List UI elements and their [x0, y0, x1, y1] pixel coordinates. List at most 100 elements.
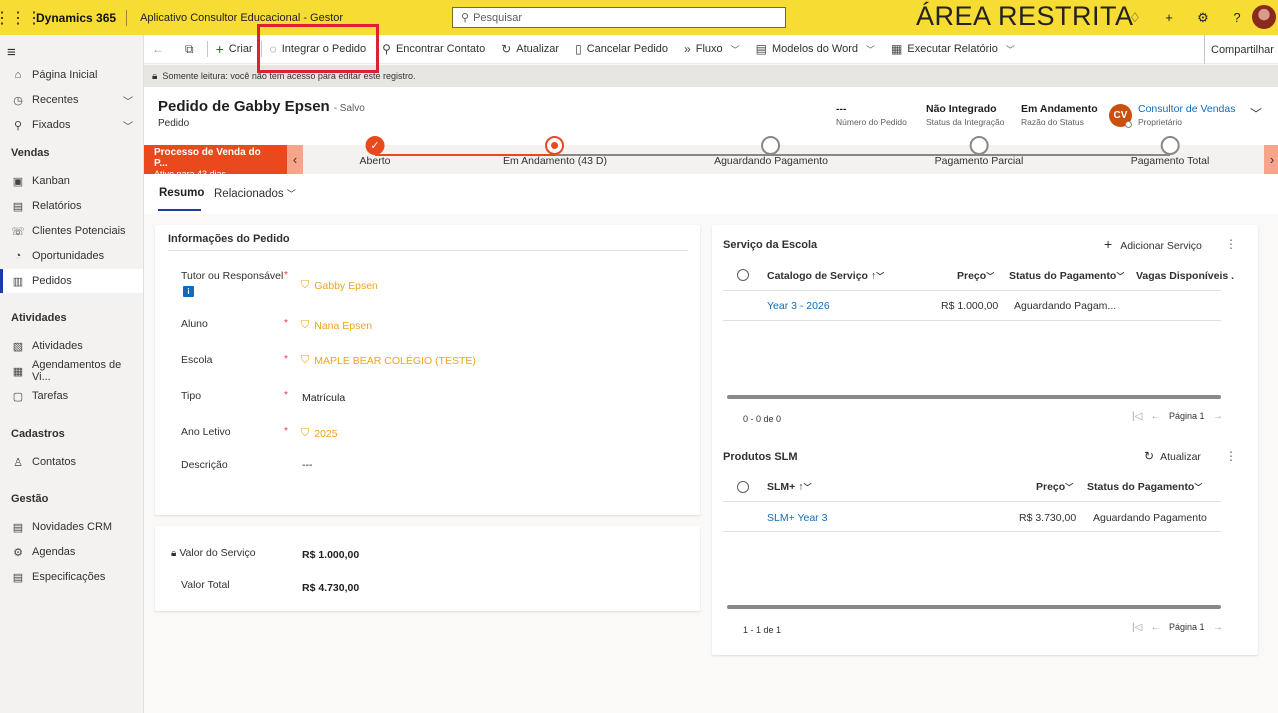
tab-resumo[interactable]: Resumo [159, 187, 204, 199]
user-avatar[interactable] [1252, 5, 1276, 29]
open-new-window-button[interactable]: ⧉ [177, 35, 207, 64]
horizontal-scrollbar[interactable] [727, 605, 1221, 609]
column-header-preco[interactable]: Preço﹀ [957, 270, 994, 282]
pending-stage-icon [761, 136, 781, 155]
help-icon[interactable]: ? [1220, 10, 1254, 25]
header-expand-chevron-icon[interactable]: ﹀ [1250, 105, 1262, 122]
aluno-lookup[interactable]: ⛉ Nana Epsen [301, 319, 372, 332]
sidebar-item-oportunidades[interactable]: ◔ Oportunidades [0, 244, 143, 268]
sidebar-item-novidades-crm[interactable]: ▤ Novidades CRM [0, 515, 143, 539]
action-label: Adicionar Serviço [1120, 240, 1202, 252]
escola-lookup[interactable]: ⛉ MAPLE BEAR COLÉGIO (TESTE) [301, 354, 476, 367]
find-contact-icon: ⚲ [382, 42, 391, 56]
owner-link[interactable]: Consultor de Vendas [1138, 103, 1235, 115]
tutor-lookup[interactable]: ⛉ Gabby Epsen [301, 279, 378, 292]
chevron-down-icon: ﹀ [986, 272, 995, 281]
previous-page-icon[interactable]: ← [1151, 411, 1161, 422]
first-page-icon[interactable]: |◁ [1132, 411, 1142, 422]
pending-stage-icon [1160, 136, 1180, 155]
more-options-icon[interactable]: ⋮ [1225, 449, 1237, 463]
record-header: Pedido de Gabby Epsen - Salvo Pedido --- N… [144, 87, 1278, 145]
record-icon: ⛉ [301, 354, 310, 366]
slm-product-link[interactable]: SLM+ Year 3 [767, 512, 827, 524]
modelos-word-button[interactable]: ▤ Modelos do Word ﹀ [748, 35, 883, 64]
descricao-value[interactable]: --- [302, 459, 313, 471]
bpf-next-chevron-icon[interactable]: › [1264, 145, 1278, 174]
next-page-icon[interactable]: → [1213, 622, 1223, 633]
criar-button[interactable]: + Criar [208, 35, 261, 64]
info-icon[interactable]: i [183, 286, 194, 297]
previous-page-icon[interactable]: ← [1151, 622, 1161, 633]
app-name[interactable]: Aplicativo Consultor Educacional - Gesto… [140, 12, 343, 24]
sidebar-item-atividades[interactable]: ▧ Atividades [0, 334, 143, 358]
column-header-status[interactable]: Status do Pagamento﹀ [1087, 481, 1202, 493]
chevron-down-icon: ﹀ [1065, 483, 1074, 492]
chevron-down-icon[interactable]: ﹀ [123, 93, 133, 108]
horizontal-scrollbar[interactable] [727, 395, 1221, 399]
select-all-radio[interactable] [737, 269, 749, 281]
document-icon: ▯ [575, 42, 582, 56]
sidebar-item-recentes[interactable]: ◷ Recentes ﹀ [0, 88, 143, 112]
fluxo-button[interactable]: » Fluxo ﹀ [676, 35, 748, 64]
tab-relacionados[interactable]: Relacionados ﹀ [214, 187, 296, 200]
bpf-stage-pagamento-total[interactable]: Pagamento Total [1131, 136, 1209, 167]
lightbulb-icon[interactable]: ♢ [1118, 10, 1152, 26]
sidebar-item-tarefas[interactable]: ▢ Tarefas [0, 384, 143, 408]
column-header-catalogo[interactable]: Catalogo de Serviço ↑﹀ [767, 270, 884, 282]
atualizar-button[interactable]: ↻ Atualizar [493, 35, 567, 64]
record-count: 0 - 0 de 0 [743, 414, 782, 424]
escola-label: Escola [181, 354, 213, 366]
bpf-flag[interactable]: Processo de Venda do P... Ativo para 43 … [144, 145, 287, 179]
tipo-value[interactable]: Matrícula [302, 392, 345, 404]
servico-catalogo-link[interactable]: Year 3 - 2026 [767, 300, 830, 312]
column-header-status[interactable]: Status do Pagamento﹀ [1009, 270, 1124, 282]
ano-letivo-label: Ano Letivo [181, 426, 231, 438]
search-input[interactable]: ⚲ Pesquisar [452, 7, 786, 28]
home-icon: ⌂ [14, 69, 22, 81]
column-header-vagas[interactable]: Vagas Disponíveis . [1136, 270, 1234, 282]
sidebar-item-clientes-potenciais[interactable]: ☏ Clientes Potenciais [0, 219, 143, 243]
selected-tab-indicator [158, 209, 201, 211]
sidebar-item-pedidos[interactable]: ▥ Pedidos [0, 269, 143, 293]
atualizar-slm-button[interactable]: ↻ Atualizar [1144, 449, 1201, 463]
hamburger-icon[interactable]: ≡ [7, 44, 16, 61]
column-header-preco[interactable]: Preço﹀ [1036, 481, 1073, 493]
bpf-stage-aguardando-pagamento[interactable]: Aguardando Pagamento [714, 136, 828, 167]
sidebar-item-agendas[interactable]: ⚙ Agendas [0, 540, 143, 564]
sidebar-group-vendas: Vendas [11, 147, 50, 159]
ano-letivo-lookup[interactable]: ⛉ 2025 [301, 427, 338, 440]
divider [168, 250, 688, 251]
encontrar-contato-button[interactable]: ⚲ Encontrar Contato [374, 35, 493, 64]
sidebar-item-fixados[interactable]: ⚲ Fixados ﹀ [0, 113, 143, 137]
brand-name[interactable]: Dynamics 365 [36, 9, 128, 26]
next-page-icon[interactable]: → [1213, 411, 1223, 422]
sidebar-item-especificacoes[interactable]: ▤ Especificações [0, 565, 143, 589]
executar-relatorio-button[interactable]: ▦ Executar Relatório ﹀ [883, 35, 1023, 64]
plus-icon[interactable]: + [1152, 10, 1186, 25]
adicionar-servico-button[interactable]: + Adicionar Serviço [1104, 236, 1202, 252]
bpf-stage-em-andamento[interactable]: Em Andamento (43 D) [503, 136, 607, 167]
sidebar-item-pagina-inicial[interactable]: ⌂ Página Inicial [0, 63, 143, 87]
header-label: Status do Pagamento [1087, 481, 1195, 493]
app-launcher-icon[interactable]: ⋮⋮⋮ [0, 0, 42, 35]
compartilhar-button[interactable]: Compartilhar﹀ [1204, 35, 1278, 64]
sidebar-item-label: Kanban [32, 175, 70, 187]
sidebar-item-relatorios[interactable]: ▤ Relatórios [0, 194, 143, 218]
chevron-down-icon[interactable]: ﹀ [123, 118, 133, 133]
sidebar-item-contatos[interactable]: ♙ Contatos [0, 450, 143, 474]
first-page-icon[interactable]: |◁ [1132, 622, 1142, 633]
select-all-radio[interactable] [737, 481, 749, 493]
cancelar-pedido-button[interactable]: ▯ Cancelar Pedido [567, 35, 676, 64]
column-header-slm[interactable]: SLM+ ↑﹀ [767, 481, 811, 493]
page-indicator: Página 1 [1168, 622, 1205, 632]
bpf-stage-pagamento-parcial[interactable]: Pagamento Parcial [935, 136, 1023, 167]
more-options-icon[interactable]: ⋮ [1225, 237, 1237, 251]
bpf-stage-aberto[interactable]: ✓ Aberto [360, 136, 390, 167]
sidebar-item-kanban[interactable]: ▣ Kanban [0, 169, 143, 193]
back-button[interactable]: ← [144, 35, 177, 64]
settings-icon[interactable]: ⚙ [1186, 10, 1220, 26]
chevron-down-icon: ﹀ [1116, 272, 1125, 281]
bpf-prev-chevron-icon[interactable]: ‹ [287, 145, 303, 174]
sidebar-item-label: Página Inicial [32, 69, 98, 81]
sidebar-item-agendamentos[interactable]: ▦ Agendamentos de Vi... [0, 359, 143, 383]
